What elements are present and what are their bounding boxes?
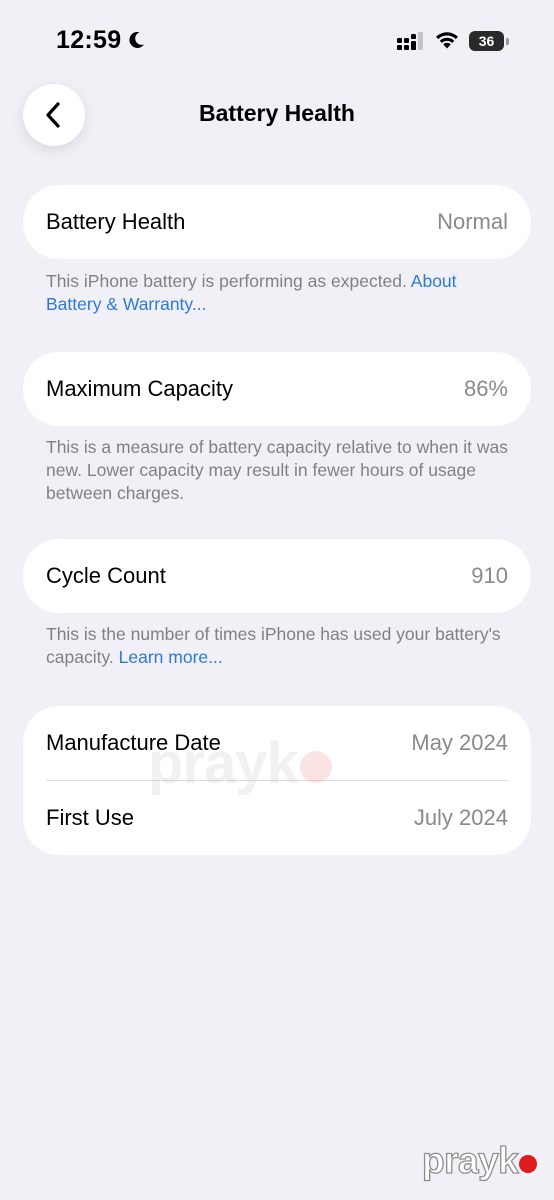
cycle-count-footnote: This is the number of times iPhone has u… xyxy=(46,623,516,669)
battery-level: 36 xyxy=(469,31,504,51)
page-title: Battery Health xyxy=(199,100,355,126)
cycle-count-row: Cycle Count 910 xyxy=(23,539,531,613)
manufacture-date-value: May 2024 xyxy=(411,730,508,755)
cycle-count-footnote-text: This is the number of times iPhone has u… xyxy=(46,624,501,667)
status-time: 12:59 xyxy=(56,26,122,54)
status-bar: 12:59 36 xyxy=(0,0,554,80)
moon-icon xyxy=(129,31,144,48)
maximum-capacity-label: Maximum Capacity xyxy=(46,376,234,401)
watermark-corner-text: prayk xyxy=(421,1139,519,1181)
first-use-value: July 2024 xyxy=(413,805,508,830)
maximum-capacity-footnote: This is a measure of battery capacity re… xyxy=(46,437,509,503)
signal-icon xyxy=(397,32,423,50)
battery-nub xyxy=(506,38,509,45)
battery-health-row: Battery Health Normal xyxy=(23,185,531,259)
maximum-capacity-row: Maximum Capacity 86% xyxy=(23,352,531,426)
watermark-center-text: prayk xyxy=(148,731,299,796)
watermark-corner: prayk xyxy=(421,1139,538,1182)
maximum-capacity-card: Maximum Capacity 86% xyxy=(23,352,531,426)
maximum-capacity-value: 86% xyxy=(463,376,508,401)
watermark-dot xyxy=(519,1155,538,1173)
watermark-center: prayk xyxy=(148,730,332,797)
cycle-count-label: Cycle Count xyxy=(46,563,166,588)
battery-health-value: Normal xyxy=(437,209,508,234)
battery-health-label: Battery Health xyxy=(46,209,186,234)
battery-health-footnote-text: This iPhone battery is performing as exp… xyxy=(46,271,407,291)
first-use-label: First Use xyxy=(46,805,134,830)
watermark-dot xyxy=(299,750,332,783)
battery-health-card: Battery Health Normal xyxy=(23,185,531,259)
cycle-count-card: Cycle Count 910 xyxy=(23,539,531,613)
battery-icon: 36 xyxy=(469,31,509,51)
battery-health-footnote: This iPhone battery is performing as exp… xyxy=(46,270,516,316)
wifi-icon xyxy=(436,32,458,49)
cycle-count-value: 910 xyxy=(471,563,508,588)
learn-more-link[interactable]: Learn more... xyxy=(119,647,223,667)
